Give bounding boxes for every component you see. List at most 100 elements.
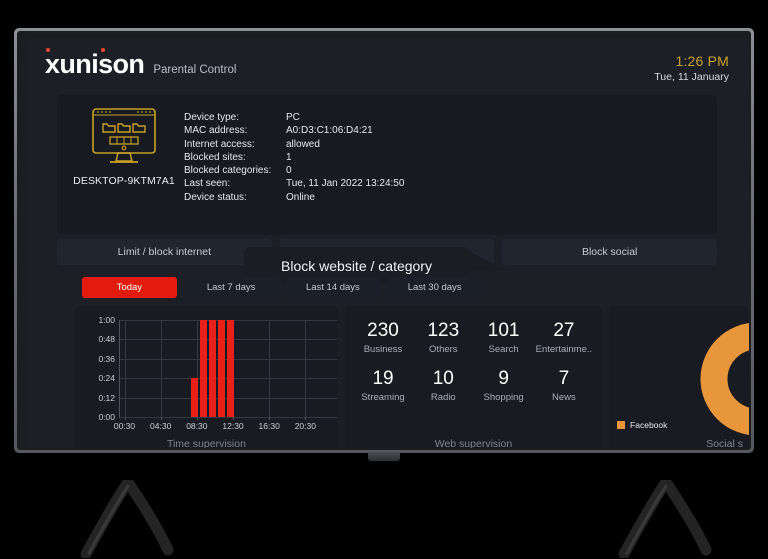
- web-stat-value: 101: [487, 320, 520, 341]
- web-stat-label: Search: [488, 343, 519, 355]
- chart-x-tick-mark: [160, 417, 162, 420]
- chart-bar: [191, 378, 199, 417]
- chart-bar: [209, 320, 217, 417]
- chart-y-tick-label: 0:48: [98, 334, 115, 345]
- chart-y-tick-label: 0:24: [98, 373, 115, 384]
- device-identity: DESKTOP-9KTM7A1: [69, 107, 179, 187]
- facebook-legend-swatch: [617, 421, 626, 429]
- device-spec-value: 1: [286, 151, 292, 163]
- device-spec-row: Blocked categories: 0: [184, 164, 404, 177]
- device-spec-row: Last seen: Tue, 11 Jan 2022 13:24:50: [184, 177, 404, 190]
- web-stat-label: Others: [429, 343, 458, 355]
- chart-x-tick-label: 00:30: [113, 421, 136, 431]
- tab-limit-block-internet[interactable]: Limit / block internet: [57, 239, 272, 265]
- web-stat-label: Streaming: [361, 391, 405, 403]
- chart-gridline-vertical: [124, 320, 126, 417]
- device-spec-row: MAC address: A0:D3:C1:06:D4:21: [184, 124, 404, 137]
- web-stat-cell: 123 Others: [413, 320, 473, 355]
- web-stats-grid: 230 Business 123 Others 101 Search 27 Entertain…: [353, 320, 594, 403]
- web-stat-label: News: [552, 391, 576, 403]
- device-spec-value: A0:D3:C1:06:D4:21: [286, 125, 373, 137]
- device-spec-key: Device type:: [184, 112, 240, 123]
- dashboard-panel-row: 0:00 0:12 0:24 0:36 0:48 1:00 00:30 04:30 08:30 1…: [75, 306, 749, 448]
- device-spec-value: Tue, 11 Jan 2022 13:24:50: [286, 178, 405, 190]
- donut-svg: [700, 323, 749, 435]
- device-name: DESKTOP-9KTM7A1: [73, 175, 175, 187]
- chart-bar: [200, 320, 208, 417]
- web-stat-value: 123: [427, 320, 460, 341]
- tab-block-social[interactable]: Block social: [502, 239, 718, 265]
- web-stat-value: 7: [558, 367, 570, 389]
- tv-leg-left: [80, 480, 174, 558]
- web-stat-value: 10: [432, 367, 454, 389]
- tv-set: xunison Parental Control 1:26 PM Tue, 11…: [14, 28, 754, 558]
- device-spec-key: Blocked sites:: [184, 151, 246, 163]
- social-donut-chart: [697, 319, 749, 439]
- device-spec-value: PC: [286, 112, 300, 123]
- range-last-14-days[interactable]: Last 14 days: [285, 277, 381, 298]
- chart-x-tick-mark: [305, 417, 307, 420]
- device-spec-row: Device status: Online: [184, 191, 404, 204]
- clock-block: 1:26 PM Tue, 11 January: [654, 53, 729, 83]
- tv-bezel-inner: xunison Parental Control 1:26 PM Tue, 11…: [17, 31, 751, 450]
- chart-x-tick-mark: [269, 417, 271, 420]
- tv-screen: xunison Parental Control 1:26 PM Tue, 11…: [25, 39, 749, 448]
- clock-time: 1:26 PM: [675, 53, 729, 69]
- device-spec-row: Device type: PC: [184, 111, 404, 124]
- chart-y-tick-label: 0:36: [98, 353, 115, 364]
- device-spec-key: Device status:: [184, 191, 247, 203]
- chart-bar: [227, 320, 235, 417]
- web-stat-cell: 9 Shopping: [473, 368, 533, 403]
- social-supervision-caption: Social s: [706, 438, 743, 448]
- chart-x-tick-label: 12:30: [222, 421, 244, 431]
- web-stat-label: Shopping: [483, 391, 524, 403]
- chart-x-tick-label: 16:30: [258, 421, 280, 431]
- web-stat-label: Entertainme..: [535, 343, 593, 355]
- web-stat-cell: 27 Entertainme..: [534, 320, 594, 355]
- web-stat-cell: 101 Search: [473, 320, 533, 355]
- device-spec-key: MAC address:: [184, 125, 248, 137]
- facebook-legend-label: Facebook: [630, 420, 668, 430]
- xunison-logo: xunison: [45, 48, 145, 79]
- chart-y-tick-label: 0:00: [98, 412, 115, 422]
- tv-indicator-nub: [368, 452, 400, 461]
- web-supervision-panel: 230 Business 123 Others 101 Search 27 Entertain…: [344, 306, 603, 448]
- time-supervision-caption: Time supervision: [166, 438, 246, 448]
- web-stat-cell: 19 Streaming: [353, 368, 413, 403]
- tooltip-pointer: [465, 242, 507, 271]
- social-supervision-panel: Facebook Social s: [609, 306, 749, 448]
- tv-leg-right: [618, 480, 712, 558]
- device-spec-key: Internet access:: [184, 138, 255, 150]
- date-range-strip[interactable]: Today Last 7 days Last 14 days Last 30 days: [82, 277, 482, 298]
- chart-gridline-vertical: [305, 320, 307, 417]
- app-subtitle: Parental Control: [153, 64, 237, 76]
- time-supervision-panel: 0:00 0:12 0:24 0:36 0:48 1:00 00:30 04:30 08:30 1…: [75, 306, 338, 448]
- chart-x-tick-label: 08:30: [186, 421, 208, 431]
- device-spec-value: allowed: [286, 138, 320, 150]
- clock-date: Tue, 11 January: [654, 70, 729, 83]
- web-stat-label: Business: [363, 343, 403, 355]
- chart-gridline-vertical: [269, 320, 271, 417]
- chart-gridline-vertical: [160, 320, 162, 417]
- web-stat-cell: 7 News: [534, 368, 594, 403]
- device-spec-key: Blocked categories:: [184, 165, 272, 177]
- web-stat-value: 9: [498, 367, 509, 389]
- web-stat-value: 230: [367, 320, 399, 341]
- social-legend: Facebook: [617, 420, 667, 430]
- web-stat-cell: 230 Business: [353, 320, 413, 355]
- chart-x-tick-mark: [233, 417, 235, 420]
- desktop-monitor-icon: [92, 108, 156, 163]
- web-stat-cell: 10 Radio: [413, 368, 473, 403]
- range-last-30-days[interactable]: Last 30 days: [387, 277, 482, 298]
- device-spec-value: 0: [286, 165, 292, 177]
- chart-y-tick-label: 1:00: [98, 315, 115, 325]
- device-spec-row: Internet access: allowed: [184, 138, 404, 151]
- range-today[interactable]: Today: [82, 277, 177, 298]
- web-stat-value: 27: [553, 320, 575, 341]
- web-stat-label: Radio: [430, 391, 456, 403]
- time-supervision-chart: 0:00 0:12 0:24 0:36 0:48 1:00 00:30 04:30 08:30 1…: [98, 315, 337, 431]
- range-last-7-days[interactable]: Last 7 days: [183, 277, 279, 298]
- chart-bar: [218, 320, 226, 417]
- device-spec-list: Device type: PC MAC address: A0:D3:C1:06:D4…: [184, 111, 404, 204]
- chart-x-tick-label: 20:30: [294, 421, 316, 431]
